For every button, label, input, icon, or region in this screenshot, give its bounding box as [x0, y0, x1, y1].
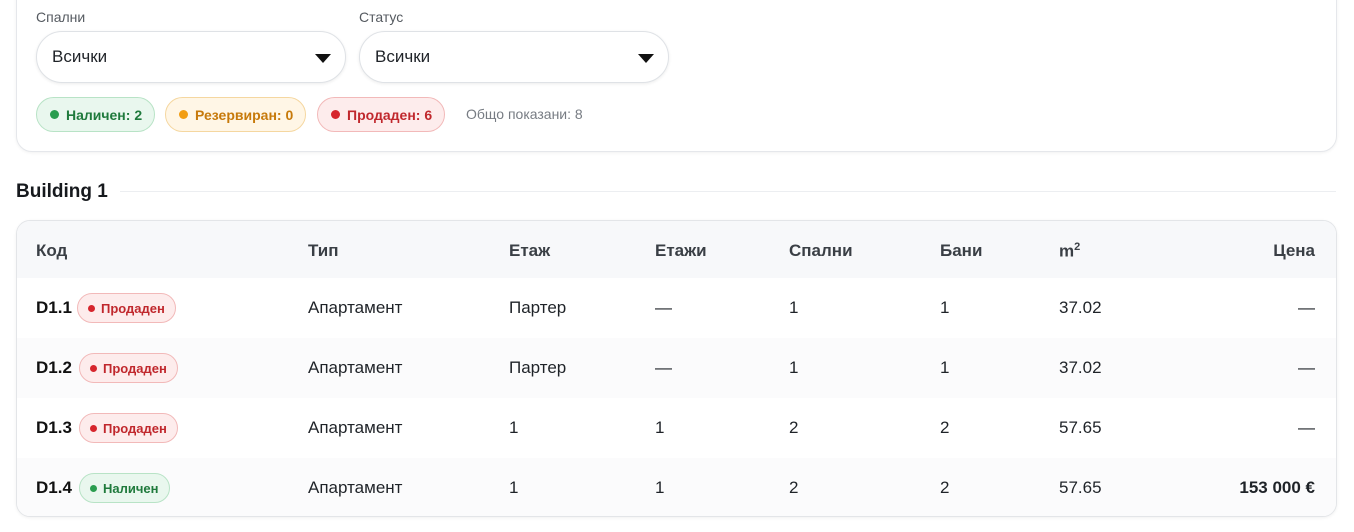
units-table: Код Тип Етаж Етажи Спални Бани m2 Цена D…: [16, 220, 1337, 517]
status-dot-icon: [50, 110, 59, 119]
status-dot-icon: [90, 484, 97, 492]
unit-floor: Партер: [509, 358, 567, 377]
reserved-count-chip[interactable]: Резервиран: 0: [165, 97, 307, 132]
status-badge: Продаден: [77, 293, 176, 323]
unit-floor: 1: [509, 478, 519, 497]
unit-code: D1.3: [36, 418, 72, 437]
status-badge: Продаден: [79, 413, 178, 443]
status-select[interactable]: Всички: [359, 31, 669, 83]
unit-type: Апартамент: [308, 478, 403, 497]
section-title: Building 1: [16, 181, 108, 202]
unit-bedrooms: 1: [789, 358, 799, 377]
table-header: Код Тип Етаж Етажи Спални Бани m2 Цена: [17, 221, 1336, 278]
total-shown-text: Общо показани: 8: [466, 106, 583, 122]
header-bedrooms[interactable]: Спални: [789, 241, 853, 261]
table-row[interactable]: D1.3 Продаден Апартамент 1 1 2 2 57.65 —: [17, 398, 1336, 458]
bedrooms-select-value: Всички: [52, 47, 108, 66]
header-price[interactable]: Цена: [1273, 241, 1315, 261]
bedrooms-select[interactable]: Всички: [36, 31, 346, 83]
unit-floors: —: [655, 298, 672, 317]
sold-count-chip[interactable]: Продаден: 6: [317, 97, 446, 132]
unit-area: 57.65: [1059, 478, 1102, 497]
header-area[interactable]: m2: [1059, 241, 1080, 262]
table-row[interactable]: D1.2 Продаден Апартамент Партер — 1 1 37…: [17, 338, 1336, 398]
unit-floors: 1: [655, 418, 665, 437]
table-row[interactable]: D1.1 Продаден Апартамент Партер — 1 1 37…: [17, 278, 1336, 338]
available-count-chip[interactable]: Наличен: 2: [36, 97, 156, 132]
unit-baths: 2: [940, 478, 950, 497]
header-floor[interactable]: Етаж: [509, 241, 550, 261]
unit-bedrooms: 2: [789, 478, 799, 497]
reserved-count-label: Резервиран: 0: [195, 106, 294, 123]
unit-price: —: [1298, 418, 1315, 437]
unit-price: —: [1298, 298, 1315, 317]
header-area-exponent: 2: [1074, 241, 1081, 253]
status-badge-label: Продаден: [103, 360, 167, 376]
bedrooms-filter-label: Спални: [36, 9, 86, 25]
header-type[interactable]: Тип: [308, 241, 338, 261]
header-code[interactable]: Код: [36, 241, 67, 261]
unit-area: 37.02: [1059, 358, 1102, 377]
status-dot-icon: [90, 364, 97, 372]
sold-count-label: Продаден: 6: [347, 106, 433, 123]
available-count-label: Наличен: 2: [66, 106, 143, 123]
filter-panel: Спални Всички Статус Всички Наличен: 2 Р…: [16, 0, 1337, 152]
unit-code: D1.4: [36, 478, 72, 497]
unit-area: 57.65: [1059, 418, 1102, 437]
status-dot-icon: [331, 110, 340, 119]
unit-baths: 1: [940, 298, 950, 317]
chevron-down-icon: [638, 54, 654, 63]
status-badge: Наличен: [79, 473, 170, 503]
unit-baths: 2: [940, 418, 950, 437]
unit-area: 37.02: [1059, 298, 1102, 317]
unit-bedrooms: 2: [789, 418, 799, 437]
unit-floor: 1: [509, 418, 519, 437]
unit-floors: 1: [655, 478, 665, 497]
unit-type: Апартамент: [308, 298, 403, 317]
table-row[interactable]: D1.4 Наличен Апартамент 1 1 2 2 57.65 15…: [17, 458, 1336, 516]
header-area-unit: m: [1059, 241, 1075, 261]
status-dot-icon: [90, 424, 97, 432]
status-badge-label: Продаден: [103, 420, 167, 436]
section-divider: [120, 191, 1336, 192]
unit-code: D1.1: [36, 298, 72, 317]
unit-type: Апартамент: [308, 358, 403, 377]
status-badge-label: Наличен: [103, 480, 159, 496]
status-badge-label: Продаден: [101, 300, 165, 316]
status-badge: Продаден: [79, 353, 178, 383]
status-dot-icon: [179, 110, 188, 119]
header-floors[interactable]: Етажи: [655, 241, 707, 261]
unit-floors: —: [655, 358, 672, 377]
status-select-value: Всички: [375, 47, 431, 66]
unit-price: —: [1298, 358, 1315, 377]
header-baths[interactable]: Бани: [940, 241, 982, 261]
unit-code: D1.2: [36, 358, 72, 377]
unit-price: 153 000 €: [1239, 478, 1315, 497]
unit-type: Апартамент: [308, 418, 403, 437]
chevron-down-icon: [315, 54, 331, 63]
status-dot-icon: [88, 304, 95, 312]
unit-bedrooms: 1: [789, 298, 799, 317]
status-filter-label: Статус: [359, 9, 404, 25]
unit-floor: Партер: [509, 298, 567, 317]
unit-baths: 1: [940, 358, 950, 377]
